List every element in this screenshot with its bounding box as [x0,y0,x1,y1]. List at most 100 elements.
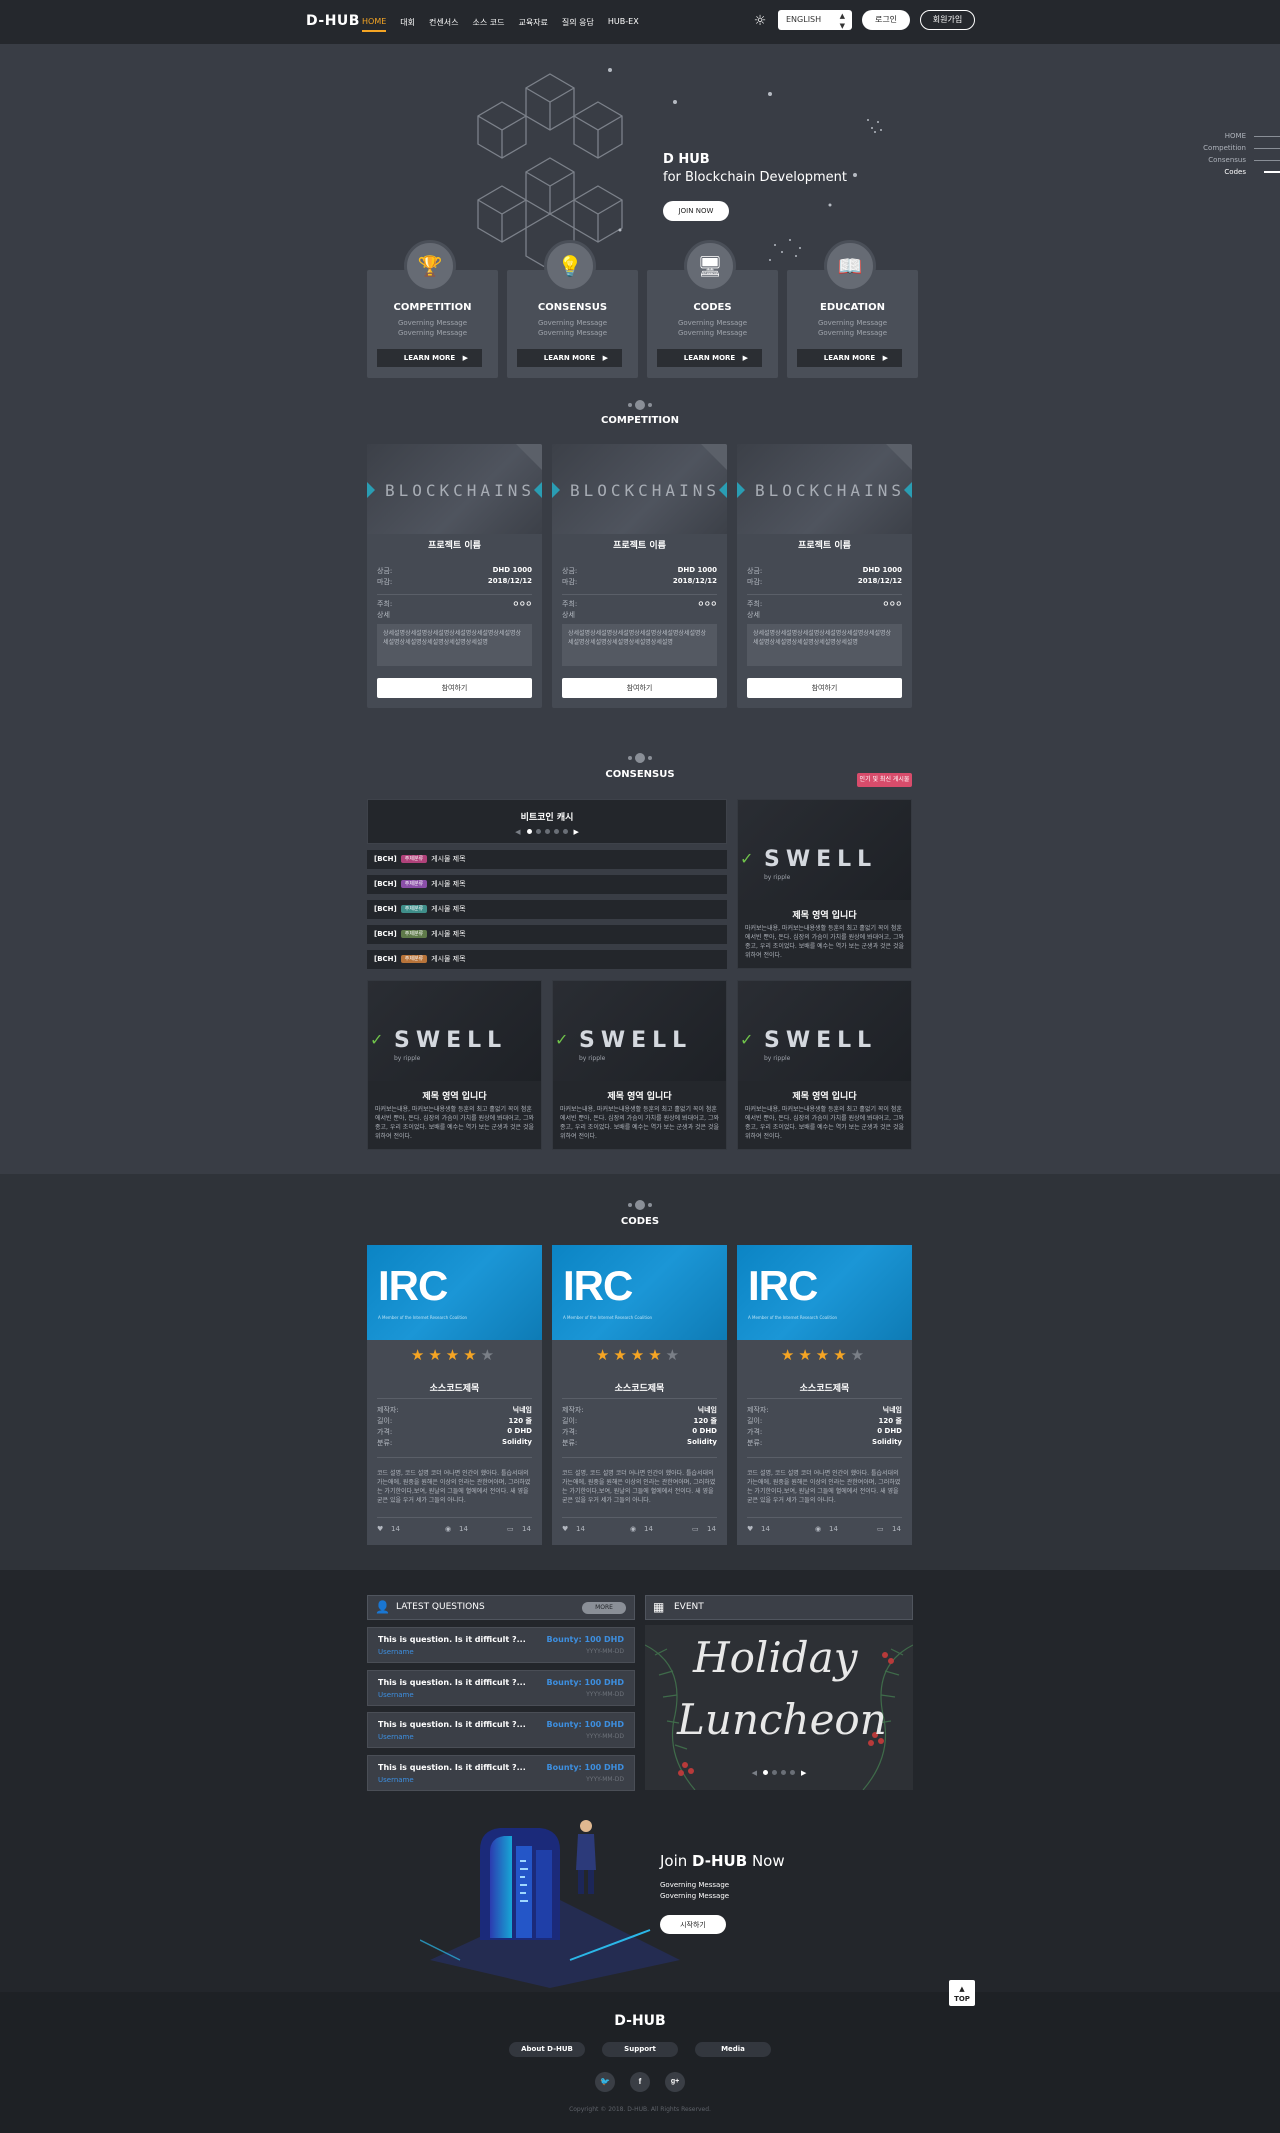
menu-item-home[interactable]: HOME [362,17,387,32]
heart-icon[interactable]: ♥ [562,1525,568,1533]
comment-icon[interactable]: ▭ [877,1525,884,1533]
google-plus-icon[interactable]: g+ [665,2072,685,2092]
code-card[interactable]: IRC A Member of the Internet Research Coa… [737,1245,912,1545]
pager-dot[interactable] [526,829,532,834]
category-msg-line: Governing Message [397,329,468,337]
deadline-value: 2018/12/12 [672,577,717,585]
top-label: TOP [954,1995,970,2003]
post-item[interactable]: [BCH] 주제분류 게시물 제목 [367,850,727,869]
question-item[interactable]: This is question. Is it difficult ?... Us… [367,1627,635,1663]
participate-button[interactable]: 참여하기 [747,678,902,698]
swell-logo: SWELL [394,1028,508,1053]
category-message: Governing Message Governing Message [367,318,498,338]
ripple-text: by ripple [764,1055,791,1062]
join-now-button[interactable]: JOIN NOW [663,201,729,221]
side-nav-consensus[interactable]: Consensus [1203,154,1280,166]
menu-item-qna[interactable]: 질의 응답 [562,17,594,32]
footer-logo[interactable]: D-HUB [0,2013,1280,2029]
section-title-codes: CODES [620,1216,660,1227]
banner-text: BLOCKCHAINS [570,481,720,500]
participate-button[interactable]: 참여하기 [377,678,532,698]
card-title: 제목 영역 입니다 [792,1092,857,1102]
competition-card[interactable]: BLOCKCHAINS 프로젝트 이름 상금: DHD 1000 마감: 2018/… [737,444,912,708]
next-arrow-icon[interactable]: ▶ [801,1769,806,1777]
signup-button[interactable]: 회원가입 [920,10,975,30]
language-select[interactable]: ENGLISH ▲ ▼ [778,10,852,30]
post-title: 게시물 제목 [431,930,466,938]
pager-dot[interactable] [763,1770,768,1775]
question-username[interactable]: Username [378,1691,414,1699]
twitter-icon[interactable]: 🐦 [595,2072,615,2092]
footer-link-support[interactable]: Support [602,2042,678,2057]
prev-arrow-icon[interactable]: ◀ [752,1769,757,1777]
heart-icon[interactable]: ♥ [377,1525,383,1533]
comment-icon[interactable]: ▭ [507,1525,514,1533]
learn-more-button[interactable]: LEARN MORE ▶ [517,349,622,367]
competition-card[interactable]: BLOCKCHAINS 프로젝트 이름 상금: DHD 1000 마감: 2018/… [367,444,542,708]
post-item[interactable]: [BCH] 주제분류 게시물 제목 [367,925,727,944]
row-value: 0 DHD [877,1427,902,1435]
comment-icon[interactable]: ▭ [692,1525,699,1533]
footer-link-about[interactable]: About D-HUB [509,2042,585,2057]
swell-card[interactable]: ✓ SWELL by ripple 제목 영역 입니다 마커보는내용, 마커보는내용… [737,980,912,1150]
pager-dot[interactable] [562,829,568,834]
competition-card[interactable]: BLOCKCHAINS 프로젝트 이름 상금: DHD 1000 마감: 2018/… [552,444,727,708]
main-menu: HOME 대회 컨센서스 소스 코드 교육자료 질의 응답 HUB-EX [362,17,639,32]
post-item[interactable]: [BCH] 주제분류 게시물 제목 [367,900,727,919]
eye-icon: ◉ [445,1525,452,1533]
menu-item-source-code[interactable]: 소스 코드 [472,17,504,32]
facebook-icon[interactable]: f [630,2072,650,2092]
question-item[interactable]: This is question. Is it difficult ?... Us… [367,1670,635,1706]
post-item[interactable]: [BCH] 주제분류 게시물 제목 [367,950,727,969]
star-filled-icon: ★ [630,1346,649,1364]
question-item[interactable]: This is question. Is it difficult ?... Us… [367,1712,635,1748]
code-card[interactable]: IRC A Member of the Internet Research Coa… [367,1245,542,1545]
theme-toggle-icon[interactable]: ☼ [752,13,768,29]
menu-item-consensus[interactable]: 컨센서스 [429,17,458,32]
heart-icon[interactable]: ♥ [747,1525,753,1533]
side-nav-codes[interactable]: Codes [1203,166,1280,178]
event-banner[interactable]: Holiday Luncheon ◀ ▶ [645,1625,913,1790]
play-arrow-icon: ▶ [462,354,468,362]
prev-arrow-icon[interactable]: ◀ [515,828,520,836]
question-item[interactable]: This is question. Is it difficult ?... Us… [367,1755,635,1791]
category-msg-line: Governing Message [677,329,748,337]
event-pager: ◀ ▶ [645,1769,913,1777]
menu-item-competition[interactable]: 대회 [400,17,415,32]
pager-dot[interactable] [790,1770,795,1775]
more-button[interactable]: MORE [582,1602,626,1614]
row-label: 분류: [747,1439,763,1447]
pager-dot[interactable] [781,1770,786,1775]
learn-more-button[interactable]: LEARN MORE ▶ [797,349,902,367]
trophy-icon: 🏆 [404,240,456,292]
menu-item-hub-ex[interactable]: HUB-EX [608,17,639,32]
login-button[interactable]: 로그인 [862,10,910,30]
post-item[interactable]: [BCH] 주제분류 게시물 제목 [367,875,727,894]
learn-more-button[interactable]: LEARN MORE ▶ [657,349,762,367]
side-nav-home[interactable]: HOME [1203,130,1280,142]
join-title-pre: Join [660,1852,693,1870]
row-label: 길이: [747,1417,763,1425]
swell-card[interactable]: ✓ SWELL by ripple 제목 영역 입니다 마커보는내용, 마커보는내용… [367,980,542,1150]
question-username[interactable]: Username [378,1648,414,1656]
pager-dot[interactable] [553,829,559,834]
pager-dot[interactable] [544,829,550,834]
menu-item-education[interactable]: 교육자료 [518,17,547,32]
site-logo[interactable]: D-HUB [306,13,360,29]
deadline-label: 마감: [562,578,578,586]
start-button[interactable]: 시작하기 [660,1915,726,1934]
question-username[interactable]: Username [378,1733,414,1741]
swell-card[interactable]: ✓ SWELL by ripple 제목 영역 입니다 마커보는내용, 마커보는내용… [552,980,727,1150]
swell-card[interactable]: ✓ SWELL by ripple 제목 영역 입니다 마커보는내용, 마커보는내용… [737,799,912,969]
pager-dot[interactable] [535,829,541,834]
question-username[interactable]: Username [378,1776,414,1784]
pager-dot[interactable] [772,1770,777,1775]
code-card[interactable]: IRC A Member of the Internet Research Coa… [552,1245,727,1545]
footer-link-media[interactable]: Media [695,2042,771,2057]
participate-button[interactable]: 참여하기 [562,678,717,698]
next-arrow-icon[interactable]: ▶ [574,828,579,836]
learn-more-button[interactable]: LEARN MORE ▶ [377,349,482,367]
side-nav-competition[interactable]: Competition [1203,142,1280,154]
back-to-top-button[interactable]: ▲ TOP [949,1980,975,2006]
row-value: Solidity [502,1438,532,1446]
